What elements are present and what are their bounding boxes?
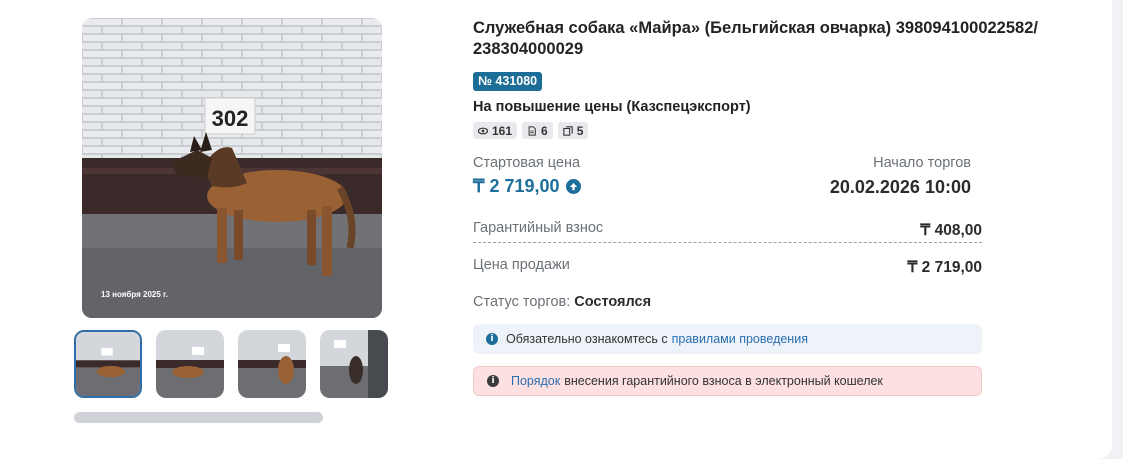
lot-stats: 161 6 5 bbox=[473, 122, 589, 139]
start-date: 20.02.2026 10:00 bbox=[829, 177, 971, 197]
thumbnail-scrollbar[interactable] bbox=[74, 412, 323, 423]
auction-type: На повышение цены (Казспецэкспорт) bbox=[473, 99, 751, 115]
thumbnail-1[interactable] bbox=[74, 330, 142, 398]
auction-status: Статус торгов: Состоялся bbox=[473, 294, 651, 310]
sale-price-row: Цена продажи ₸ 2 719,00 bbox=[473, 257, 982, 279]
order-link[interactable]: Порядок bbox=[511, 374, 560, 388]
eye-icon bbox=[478, 127, 488, 134]
views-stat: 161 bbox=[473, 122, 518, 139]
photos-count: 5 bbox=[576, 123, 584, 138]
status-label: Статус торгов: bbox=[473, 294, 571, 310]
arrow-up-circle-icon bbox=[565, 179, 581, 194]
dog-photo-image: 302 bbox=[82, 18, 382, 318]
start-price-label: Стартовая цена bbox=[473, 155, 581, 171]
document-icon bbox=[528, 125, 536, 136]
photo-date-stamp: 13 ноября 2025 г. bbox=[101, 290, 168, 299]
sign-number: 302 bbox=[212, 106, 249, 131]
sale-price-value: ₸ 2 719,00 bbox=[907, 259, 982, 276]
lot-card: 302 13 ноября 2025 г. Служебная собака «… bbox=[0, 0, 1112, 459]
documents-count: 6 bbox=[541, 123, 548, 138]
deposit-notice: i Порядок внесения гарантийного взноса в… bbox=[473, 366, 982, 396]
documents-stat: 6 bbox=[522, 122, 553, 139]
info-icon: i bbox=[487, 375, 499, 387]
main-photo[interactable]: 302 13 ноября 2025 г. bbox=[82, 18, 382, 318]
thumbnail-4[interactable] bbox=[320, 330, 388, 398]
deposit-notice-text: внесения гарантийного взноса в электронн… bbox=[564, 374, 883, 388]
page-edge bbox=[1112, 0, 1123, 459]
info-icon: i bbox=[486, 333, 498, 345]
rules-link[interactable]: правилами проведения bbox=[672, 332, 808, 346]
deposit-value: ₸ 408,00 bbox=[920, 222, 982, 239]
thumbnail-2[interactable] bbox=[156, 330, 224, 398]
sale-price-label: Цена продажи bbox=[473, 257, 570, 273]
views-count: 161 bbox=[492, 123, 513, 138]
deposit-label: Гарантийный взнос bbox=[473, 220, 604, 236]
photos-icon bbox=[563, 125, 573, 136]
rules-notice-text: Обязательно ознакомтесь с bbox=[506, 332, 668, 346]
start-date-label: Начало торгов bbox=[873, 155, 971, 171]
thumbnail-3[interactable] bbox=[238, 330, 306, 398]
start-price: ₸ 2 719,00 bbox=[473, 176, 581, 197]
deposit-row: Гарантийный взнос ₸ 408,00 bbox=[473, 220, 982, 242]
lot-title: Служебная собака «Майра» (Бельгийская ов… bbox=[473, 19, 1038, 58]
start-price-value: ₸ 2 719,00 bbox=[473, 176, 560, 196]
lot-number-badge: № 431080 bbox=[473, 72, 543, 91]
photos-stat: 5 bbox=[557, 122, 589, 139]
status-value: Состоялся bbox=[574, 294, 652, 310]
divider bbox=[473, 242, 982, 243]
rules-notice: i Обязательно ознакомтесь с правилами пр… bbox=[473, 324, 982, 354]
